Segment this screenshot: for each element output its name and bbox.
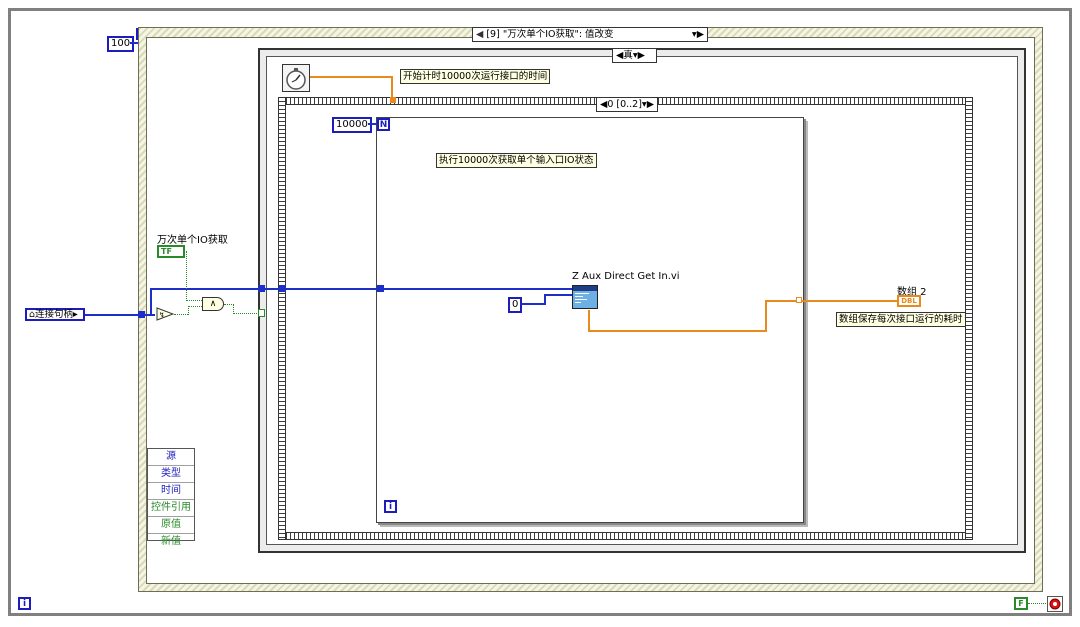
and-gate[interactable]: ∧: [202, 297, 224, 311]
out-wire-down: [588, 310, 590, 332]
bool-wire-to-and: [186, 300, 202, 301]
iteration-count-constant[interactable]: 10000: [332, 117, 372, 133]
bool-control-terminal[interactable]: TF: [157, 245, 185, 258]
subvi-input-constant[interactable]: 0: [508, 297, 523, 313]
event-case-label: [9] "万次单个IO获取": 值改变: [486, 29, 614, 40]
sequence-frame-label: 0 [0..2]: [607, 99, 642, 110]
loop-iteration-terminal: i: [384, 500, 397, 513]
stop-wire: [1028, 603, 1048, 604]
sequence-left-film: [278, 97, 286, 540]
while-iteration-terminal: i: [18, 597, 31, 610]
stop-condition-icon[interactable]: [1047, 596, 1063, 612]
svg-text:↯: ↯: [159, 311, 165, 319]
handle-control-terminal[interactable]: ⌂连接句柄▸: [25, 308, 85, 321]
event-data-node: 源 类型 时间 控件引用 原值 新值: [147, 448, 195, 547]
out-wire-up: [765, 300, 767, 332]
bool-wire-down: [186, 251, 187, 301]
sequence-frame-selector[interactable]: ◀0 [0..2]▾▶: [596, 97, 658, 112]
sequence-tunnel-handle: [279, 285, 286, 292]
compare-wire-and: [188, 306, 202, 307]
event-data-source[interactable]: 源: [148, 449, 194, 466]
handle-wire: [150, 288, 572, 290]
compare-wire-up: [188, 306, 189, 315]
array-comment: 数组保存每次接口运行的耗时: [836, 312, 966, 327]
timer-wire: [310, 76, 392, 78]
handle-wire-vert: [150, 288, 152, 315]
compare-wire: [174, 314, 188, 315]
loop-count-terminal: N: [377, 118, 390, 131]
sequence-bottom-film: [278, 532, 973, 540]
event-case-selector[interactable]: ◀ [9] "万次单个IO获取": 值改变 ▾▶: [472, 27, 708, 42]
sequence-right-film: [965, 97, 973, 540]
array-indicator-terminal[interactable]: DBL: [897, 295, 921, 307]
case-selector[interactable]: ◀真▾▶: [612, 48, 657, 63]
tick-count-icon[interactable]: [282, 64, 310, 92]
sequence-tunnel: [390, 97, 396, 103]
loop-count-constant[interactable]: 100: [107, 36, 135, 52]
for-loop: [376, 117, 804, 523]
event-data-ctlref[interactable]: 控件引用: [148, 500, 194, 517]
event-data-newval[interactable]: 新值: [148, 534, 194, 550]
wire-count: [130, 42, 138, 44]
loop-comment: 执行10000次获取单个输入口IO状态: [436, 153, 597, 168]
out-wire-array: [765, 300, 898, 302]
stop-constant[interactable]: F: [1014, 597, 1028, 610]
bool-control-label: 万次单个IO获取: [157, 235, 228, 246]
not-a-refnum-icon[interactable]: ↯: [156, 307, 175, 321]
case-selector-terminal: [258, 309, 265, 317]
and-out-wire-case: [233, 313, 259, 314]
event-data-type[interactable]: 类型: [148, 466, 194, 483]
loop-tunnel-handle: [377, 285, 384, 292]
event-tunnel-handle: [138, 311, 145, 318]
timer-comment: 开始计时10000次运行接口的时间: [400, 69, 551, 84]
subvi-icon[interactable]: [572, 285, 598, 309]
event-data-oldval[interactable]: 原值: [148, 517, 194, 534]
input-wire: [521, 303, 545, 305]
handle-control-label: 连接句柄: [35, 309, 74, 320]
loop-output-tunnel: [796, 297, 802, 303]
out-wire-right: [588, 330, 766, 332]
case-label: 真: [623, 50, 633, 61]
event-data-time[interactable]: 时间: [148, 483, 194, 500]
subvi-name: Z Aux Direct Get In.vi: [572, 271, 680, 282]
case-tunnel-handle: [258, 285, 265, 292]
input-wire-in: [544, 294, 572, 296]
selector-dropdown-icon[interactable]: ▾▶: [692, 28, 704, 41]
